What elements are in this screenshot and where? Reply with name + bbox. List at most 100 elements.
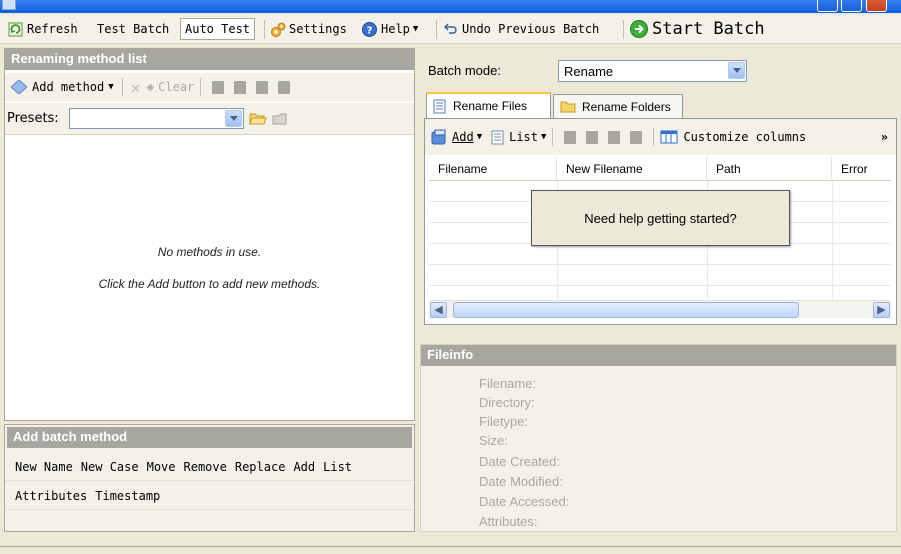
add-files-label: Add — [452, 130, 474, 144]
start-batch-button[interactable]: Start Batch — [630, 17, 765, 41]
separator — [200, 78, 202, 96]
method-remove[interactable]: Remove — [184, 460, 227, 474]
scroll-right-icon[interactable]: ▶ — [873, 302, 890, 318]
help-icon: ? — [362, 21, 377, 37]
dropdown-arrow-icon: ▼ — [476, 132, 483, 142]
help-getting-started-popup[interactable]: Need help getting started? — [531, 190, 790, 246]
fileinfo-header: Fileinfo — [421, 345, 896, 366]
fileinfo-directory: Directory: — [479, 395, 535, 410]
column-error[interactable]: Error — [832, 157, 891, 181]
column-new-filename[interactable]: New Filename — [557, 157, 707, 181]
method-list[interactable]: List — [323, 460, 352, 474]
method-toolbar: Add method ▼ ✕ ◈ Clear — [5, 73, 414, 101]
chevron-down-icon[interactable] — [225, 110, 242, 127]
app-icon — [2, 0, 16, 10]
title-bar — [0, 0, 901, 13]
method-replace[interactable]: Replace — [235, 460, 286, 474]
batch-mode-label: Batch mode: — [428, 63, 501, 78]
method-new-name[interactable]: New Name — [15, 460, 73, 474]
scroll-thumb[interactable] — [453, 302, 799, 318]
list-button[interactable]: List ▼ — [491, 130, 546, 145]
fileinfo-attributes: Attributes: — [479, 514, 538, 529]
refresh-button[interactable]: Refresh — [8, 17, 78, 41]
clear-icon: ◈ — [146, 79, 155, 95]
refresh-icon — [8, 22, 23, 37]
start-batch-label: Start Batch — [652, 19, 765, 39]
undo-label: Undo Previous Batch — [462, 22, 600, 36]
grid-divider — [832, 181, 833, 299]
move-up-icon[interactable] — [234, 80, 247, 94]
clear-label: Clear — [158, 80, 195, 94]
main-toolbar: Refresh Test Batch Auto Test Settings ? … — [0, 15, 901, 44]
fileinfo-size: Size: — [479, 433, 508, 448]
move-top-icon[interactable] — [212, 80, 225, 94]
tab-rename-files[interactable]: Rename Files — [426, 92, 551, 118]
delete-icon[interactable]: ✕ — [131, 78, 141, 97]
test-batch-button[interactable]: Test Batch — [97, 17, 169, 41]
fileinfo-date-accessed: Date Accessed: — [479, 494, 570, 509]
add-files-button[interactable]: Add ▼ — [431, 129, 482, 145]
fileinfo-filetype: Filetype: — [479, 414, 529, 429]
help-label: Help — [381, 22, 410, 36]
help-button[interactable]: ? Help ▼ — [362, 17, 418, 41]
add-batch-method-panel: Add batch method New Name New Case Move … — [4, 424, 415, 532]
move-up-icon[interactable] — [586, 130, 599, 144]
separator — [653, 128, 655, 146]
add-files-icon — [431, 129, 446, 145]
empty-hint: Click the Add button to add new methods. — [98, 277, 321, 291]
add-method-label: Add method — [32, 80, 105, 94]
batch-methods-row-1: New Name New Case Move Remove Replace Ad… — [5, 453, 414, 481]
move-top-icon[interactable] — [564, 130, 577, 144]
settings-button[interactable]: Settings — [270, 17, 347, 41]
method-move[interactable]: Move — [147, 460, 176, 474]
clear-button[interactable]: ◈ Clear — [146, 80, 194, 95]
presets-dropdown[interactable] — [69, 108, 244, 129]
method-timestamp[interactable]: Timestamp — [95, 489, 160, 503]
method-attributes[interactable]: Attributes — [15, 489, 87, 503]
separator — [264, 20, 265, 39]
undo-batch-button[interactable]: Undo Previous Batch — [443, 17, 599, 41]
move-bottom-icon[interactable] — [278, 80, 291, 94]
customize-columns-button[interactable]: Customize columns — [660, 130, 806, 144]
batch-mode-value: Rename — [564, 64, 614, 79]
fileinfo-date-modified: Date Modified: — [479, 474, 563, 489]
dropdown-arrow-icon: ▼ — [108, 82, 114, 92]
fileinfo-panel: Fileinfo Filename: Directory: Filetype: … — [420, 344, 897, 532]
presets-label: Presets: — [7, 111, 59, 126]
settings-icon — [270, 22, 286, 37]
move-bottom-icon[interactable] — [630, 130, 643, 144]
move-down-icon[interactable] — [256, 80, 269, 94]
renaming-method-panel: Renaming method list Add method ▼ ✕ ◈ Cl… — [4, 48, 415, 421]
batch-methods-row-2: Attributes Timestamp — [5, 482, 414, 510]
settings-label: Settings — [289, 22, 347, 36]
open-folder-icon[interactable] — [249, 110, 267, 129]
overflow-chevron-icon[interactable]: » — [881, 130, 888, 144]
minimize-button[interactable] — [817, 0, 838, 12]
grid-header: Filename New Filename Path Error — [429, 157, 891, 181]
maximize-button[interactable] — [841, 0, 862, 12]
add-method-button[interactable]: Add method ▼ — [11, 80, 114, 94]
customize-columns-label: Customize columns — [683, 130, 807, 144]
auto-test-toggle[interactable]: Auto Test — [180, 18, 256, 40]
move-down-icon[interactable] — [608, 130, 621, 144]
batch-mode-dropdown[interactable]: Rename — [558, 60, 747, 82]
dropdown-arrow-icon: ▼ — [412, 24, 419, 34]
diamond-icon — [11, 80, 27, 94]
tab-rename-folders-label: Rename Folders — [582, 99, 671, 114]
method-new-case[interactable]: New Case — [81, 460, 139, 474]
folder-icon — [560, 101, 576, 113]
column-filename[interactable]: Filename — [429, 157, 557, 181]
column-path[interactable]: Path — [707, 157, 832, 181]
grid-toolbar: Add ▼ List ▼ Customize columns » — [425, 119, 896, 155]
chevron-down-icon[interactable] — [728, 62, 745, 79]
renaming-method-header: Renaming method list — [5, 49, 414, 70]
help-popup-label: Need help getting started? — [584, 210, 737, 226]
scroll-left-icon[interactable]: ◀ — [430, 302, 447, 318]
tab-rename-folders[interactable]: Rename Folders — [553, 94, 683, 118]
method-add[interactable]: Add — [293, 460, 315, 474]
close-button[interactable] — [866, 0, 887, 12]
status-bar — [0, 546, 901, 554]
save-preset-icon[interactable] — [271, 110, 289, 129]
horizontal-scrollbar[interactable]: ◀ ▶ — [429, 300, 891, 318]
start-icon — [630, 20, 648, 38]
